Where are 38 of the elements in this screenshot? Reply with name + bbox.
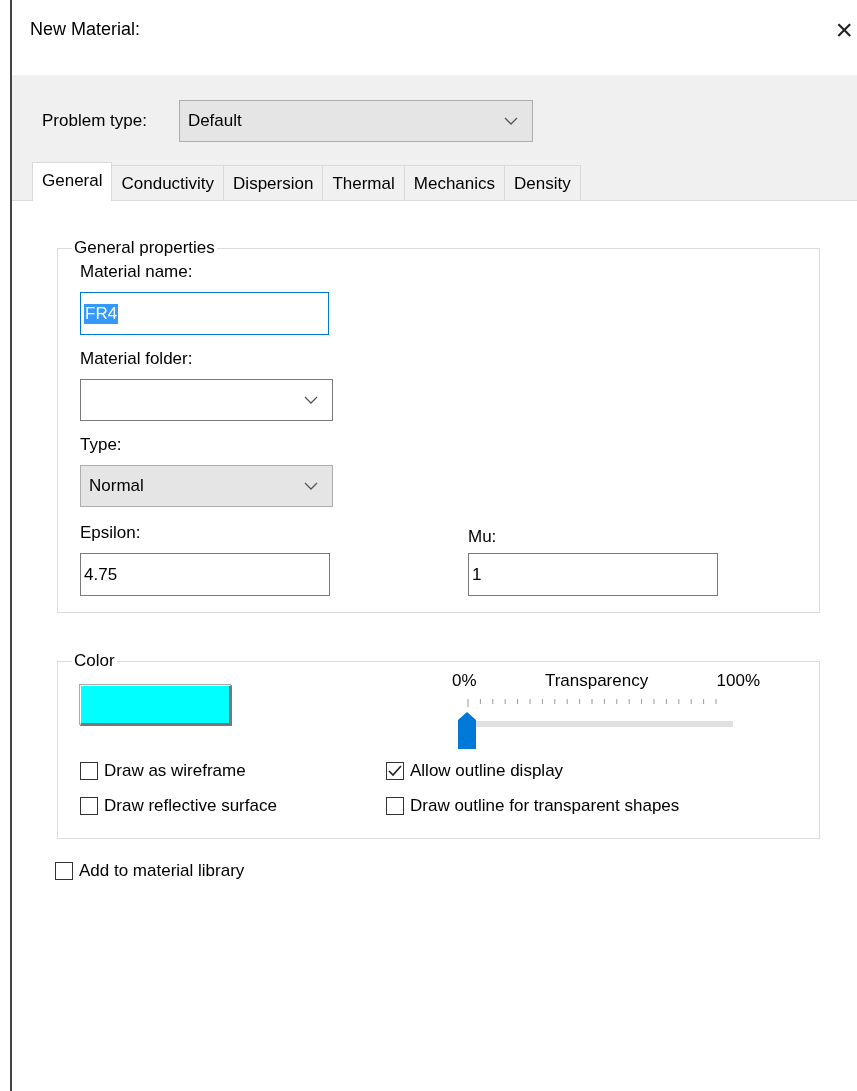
mu-field[interactable]: 1 (468, 553, 718, 596)
close-button[interactable]: × (835, 14, 853, 45)
field-label: Epsilon: (80, 523, 142, 543)
slider-label: Transparency (544, 671, 649, 691)
checkbox-label: Draw reflective surface (104, 796, 277, 816)
problem-type-dropdown[interactable]: Default (178, 100, 533, 142)
slider-max-label: 100% (716, 671, 760, 691)
checkbox-label: Add to material library (79, 861, 245, 881)
tab[interactable]: Dispersion (224, 165, 324, 200)
tab[interactable]: General (32, 162, 113, 201)
checkbox-label: Draw outline for transparent shapes (410, 796, 680, 816)
epsilon-field[interactable]: 4.75 (80, 553, 330, 596)
checkbox[interactable] (80, 797, 98, 815)
slider-thumb[interactable] (458, 712, 476, 749)
field-label: Type: (80, 435, 123, 455)
field-label: Problem type: (42, 111, 147, 131)
window-title: New Material: (30, 19, 141, 40)
checkbox[interactable] (55, 862, 73, 880)
field-label: Material folder: (80, 349, 194, 369)
field-label: Material name: (80, 262, 194, 282)
checkbox[interactable] (386, 762, 404, 780)
field-label: Mu: (468, 527, 498, 547)
chevron-down-icon (304, 482, 318, 490)
checkbox-label: Allow outline display (410, 761, 564, 781)
checkbox-label: Draw as wireframe (104, 761, 246, 781)
chevron-down-icon (304, 396, 318, 404)
checkbox[interactable] (80, 762, 98, 780)
group-title: Color (73, 651, 116, 671)
material-folder-dropdown[interactable] (80, 379, 333, 421)
slider-min-label: 0% (452, 671, 477, 691)
color-swatch-button[interactable] (80, 685, 232, 726)
group-title: General properties (73, 238, 216, 258)
checkbox[interactable] (386, 797, 404, 815)
tab[interactable]: Mechanics (404, 165, 506, 200)
tab[interactable]: Density (505, 165, 581, 200)
chevron-down-icon (503, 117, 518, 125)
tab[interactable]: Thermal (323, 165, 405, 200)
tab[interactable]: Conductivity (112, 165, 225, 200)
